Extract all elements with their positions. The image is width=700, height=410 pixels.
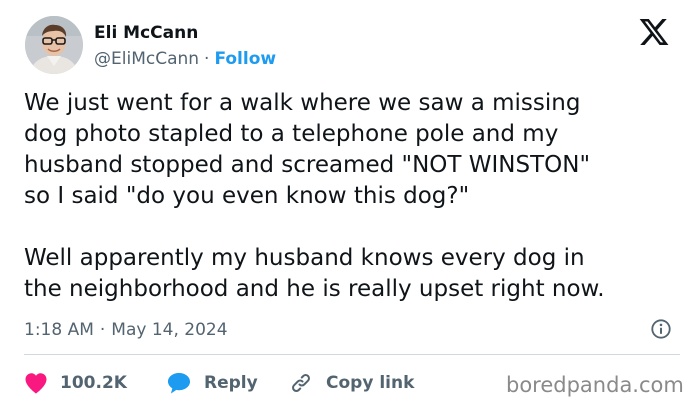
like-count: 100.2K [60, 373, 127, 393]
tweet-time: 1:18 AM [24, 320, 94, 340]
tweet-timestamp[interactable]: 1:18 AM · May 14, 2024 [24, 319, 228, 341]
info-icon[interactable] [650, 318, 672, 340]
author-handle[interactable]: @EliMcCann [94, 49, 199, 69]
copy-link-button[interactable]: Copy link [288, 370, 414, 396]
link-icon [292, 374, 310, 392]
author-handle-line: @EliMcCann · Follow [94, 48, 276, 70]
x-logo-icon[interactable] [638, 16, 670, 48]
speech-bubble-icon [168, 373, 190, 394]
avatar[interactable] [25, 16, 83, 74]
follow-button[interactable]: Follow [214, 49, 276, 69]
avatar-photo [25, 16, 83, 74]
reply-label: Reply [204, 373, 258, 393]
heart-icon [25, 373, 47, 394]
copy-link-label: Copy link [326, 373, 415, 393]
tweet-date: May 14, 2024 [111, 320, 228, 340]
timestamp-separator: · [99, 320, 106, 340]
divider [24, 354, 680, 355]
reply-button[interactable]: Reply [166, 370, 258, 396]
watermark: boredpanda.com [506, 373, 684, 397]
handle-separator: · [204, 49, 210, 69]
author-display-name[interactable]: Eli McCann [94, 22, 198, 44]
tweet-text: We just went for a walk where we saw a m… [24, 90, 605, 302]
like-button[interactable]: 100.2K [24, 370, 127, 396]
